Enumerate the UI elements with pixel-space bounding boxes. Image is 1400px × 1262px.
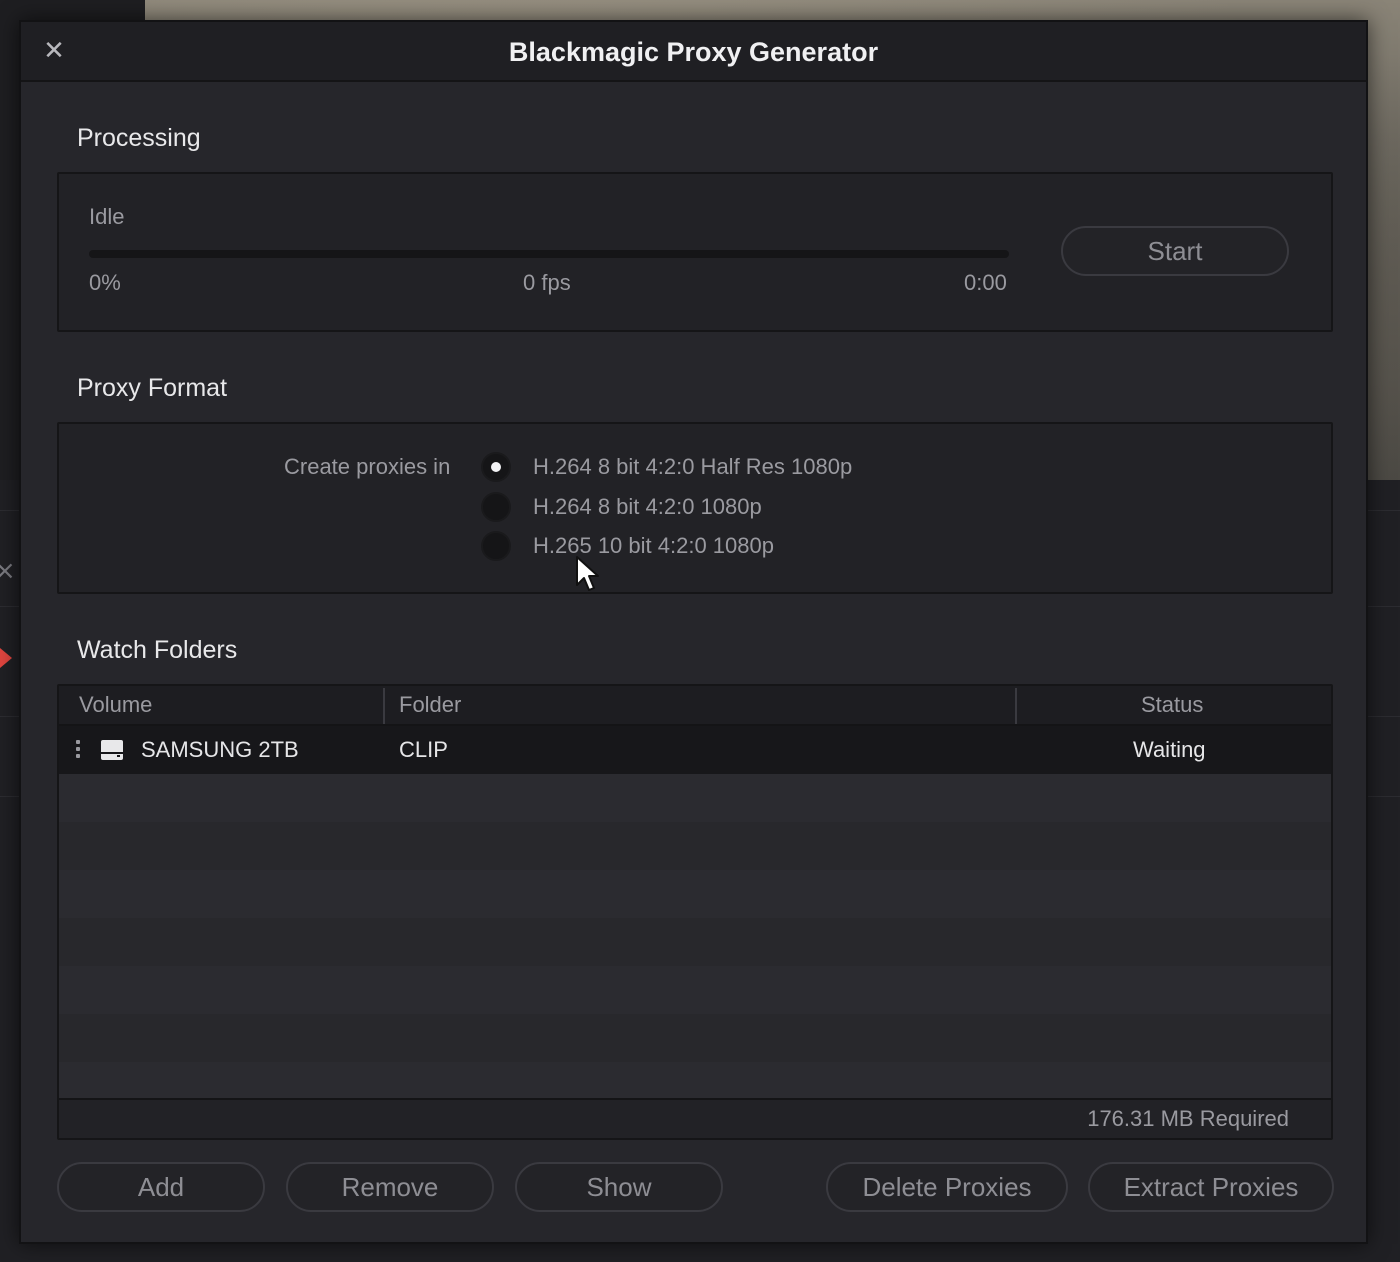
start-button[interactable]: Start [1061, 226, 1289, 276]
column-divider[interactable] [1015, 688, 1017, 724]
proxy-format-option-label: H.264 8 bit 4:2:0 1080p [533, 494, 762, 519]
cell-folder: CLIP [399, 737, 448, 762]
column-header-volume[interactable]: Volume [79, 686, 152, 724]
table-row[interactable]: SAMSUNG 2TB CLIP Waiting [59, 726, 1331, 774]
background-close-icon: × [0, 556, 16, 586]
column-header-status[interactable]: Status [1141, 686, 1203, 724]
column-divider[interactable] [383, 688, 385, 724]
drag-handle-icon[interactable] [76, 740, 82, 760]
cell-status: Waiting [1133, 737, 1206, 762]
dialog-titlebar: ✕ Blackmagic Proxy Generator [21, 22, 1366, 82]
create-proxies-label: Create proxies in [284, 454, 451, 479]
processing-panel: Idle 0% 0 fps 0:00 Start [57, 172, 1333, 332]
remove-button[interactable]: Remove [286, 1162, 494, 1212]
mouse-cursor-icon [575, 555, 601, 597]
dialog-title: Blackmagic Proxy Generator [508, 37, 879, 67]
proxy-format-panel: Create proxies in H.264 8 bit 4:2:0 Half… [57, 422, 1333, 594]
watch-folders-section-title: Watch Folders [77, 636, 238, 664]
space-required-text: 176.31 MB Required [1087, 1106, 1289, 1131]
proxy-generator-dialog: ✕ Blackmagic Proxy Generator Processing … [19, 20, 1368, 1244]
progress-percent: 0% [89, 270, 121, 295]
cell-volume: SAMSUNG 2TB [141, 737, 299, 762]
radio-button[interactable] [481, 492, 511, 522]
watch-folders-table: Volume Folder Status SAMSUNG 2TB CLIP Wa… [57, 684, 1333, 1140]
table-header: Volume Folder Status [59, 686, 1331, 726]
empty-table-row [59, 774, 1331, 822]
drive-icon [100, 739, 124, 765]
progress-time: 0:00 [964, 270, 1007, 295]
delete-proxies-button[interactable]: Delete Proxies [826, 1162, 1068, 1212]
show-button[interactable]: Show [515, 1162, 723, 1212]
proxy-format-option[interactable]: H.265 10 bit 4:2:0 1080p [481, 529, 774, 563]
processing-status: Idle [89, 204, 125, 229]
extract-proxies-button[interactable]: Extract Proxies [1088, 1162, 1334, 1212]
radio-button[interactable] [481, 531, 511, 561]
proxy-format-option[interactable]: H.264 8 bit 4:2:0 1080p [481, 490, 762, 524]
proxy-format-option[interactable]: H.264 8 bit 4:2:0 Half Res 1080p [481, 450, 852, 484]
column-header-folder[interactable]: Folder [399, 686, 461, 724]
playhead-icon [0, 648, 12, 668]
empty-table-row [59, 870, 1331, 918]
processing-section-title: Processing [77, 124, 201, 152]
proxy-format-option-label: H.264 8 bit 4:2:0 Half Res 1080p [533, 454, 853, 479]
empty-table-row [59, 966, 1331, 1014]
empty-table-row [59, 918, 1331, 966]
progress-bar [89, 250, 1009, 258]
empty-table-row [59, 822, 1331, 870]
table-footer: 176.31 MB Required [59, 1098, 1331, 1138]
proxy-format-section-title: Proxy Format [77, 374, 228, 402]
empty-table-row [59, 1014, 1331, 1062]
progress-fps: 0 fps [523, 270, 571, 295]
add-button[interactable]: Add [57, 1162, 265, 1212]
proxy-format-option-label: H.265 10 bit 4:2:0 1080p [533, 533, 774, 558]
empty-table-row [59, 1062, 1331, 1100]
radio-button-selected[interactable] [481, 452, 511, 482]
